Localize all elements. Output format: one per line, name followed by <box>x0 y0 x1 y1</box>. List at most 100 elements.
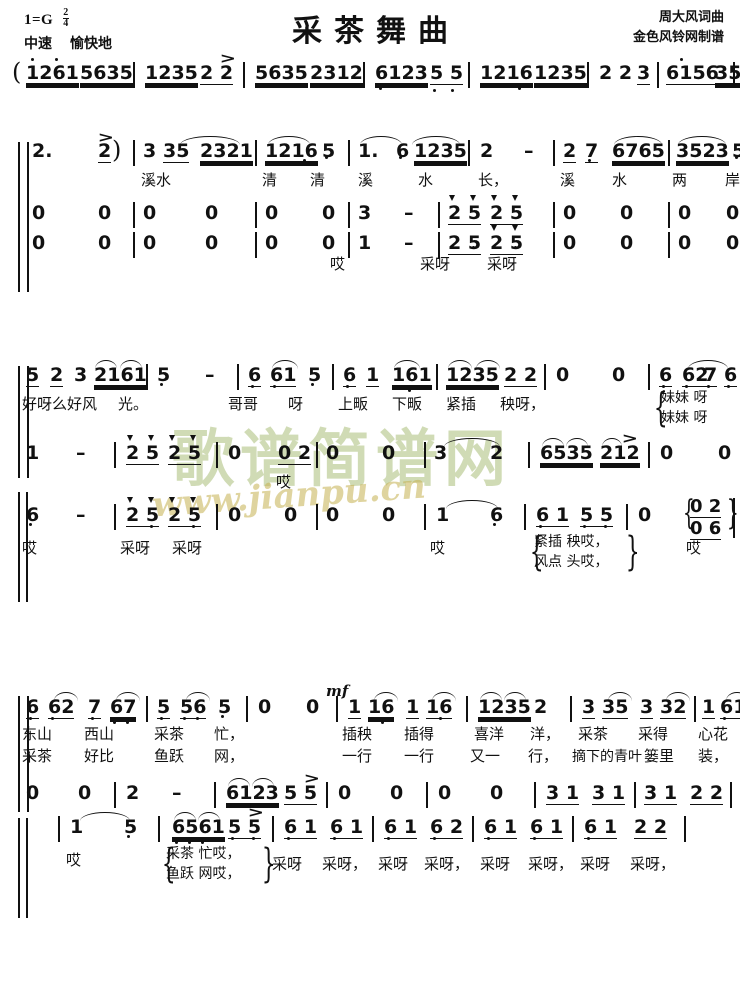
octave-dot-low-icon <box>583 524 587 528</box>
bar-line <box>657 62 659 88</box>
octave-dot-low-icon <box>346 384 350 388</box>
note-group: 6 1 <box>330 816 364 839</box>
lyric-syllable: 好呀么好风 <box>22 395 98 413</box>
credit-composer: 周大风词曲 <box>658 10 724 25</box>
note-group: 5 5 <box>284 782 318 805</box>
note-rest: 0 <box>98 202 112 224</box>
note-rest: 0 <box>382 442 396 464</box>
note-group: 6156 <box>666 62 719 85</box>
system-3-bass-row: 1 5 6561 5 5 > 6 1 6 1 6 1 6 2 6 1 6 1 6… <box>0 806 740 844</box>
bar-line <box>114 442 116 468</box>
lyric-syllable: 篓里 <box>644 747 675 765</box>
note-group: 5 <box>322 140 336 162</box>
note-group: 212 <box>600 442 640 464</box>
system-2-melody-row: 5 2 3 2161 5 – 6 61 5 6 1 161 1235 2 2 0… <box>0 358 740 392</box>
lyric-syllable: 采呀， <box>424 855 470 873</box>
bar-line <box>255 140 257 166</box>
bar-line <box>553 140 555 166</box>
note-group: 6 1 <box>384 816 418 839</box>
note-group: 2 2 <box>200 62 234 85</box>
note-group: 5 5 <box>430 62 464 85</box>
lyric-syllable: 一行 <box>342 747 373 765</box>
lyric-syllable: 秧呀， <box>500 395 546 413</box>
lyric-alt-verse-1: 采茶 忙哎， <box>166 846 241 862</box>
note-group: 1261 <box>26 62 79 84</box>
note-rest: 0 <box>32 232 46 254</box>
octave-dot-high-icon <box>680 58 684 62</box>
note-rest: 0 <box>322 232 336 254</box>
note-group: 6 <box>396 140 410 162</box>
note-rest: 0 <box>620 232 634 254</box>
bar-line <box>58 816 60 842</box>
system-3-melody-row: 6 62 7 67 5 56 5 0 0 1 16 1 16 1235 2 3 … <box>0 690 740 724</box>
octave-dot-low-icon <box>229 804 233 808</box>
bar-line <box>648 364 650 390</box>
note-extension-dash: – <box>404 232 414 254</box>
marcato-mark-icon <box>148 497 154 503</box>
octave-dot-low-icon <box>692 160 696 164</box>
octave-dot-low-icon <box>150 524 154 528</box>
octave-dot-low-icon <box>273 384 277 388</box>
note-group: 5635 <box>255 62 308 84</box>
lyric-syllable: 溪 <box>560 171 576 189</box>
bar-line <box>246 696 248 722</box>
octave-dot-low-icon <box>679 160 683 164</box>
system-2: 5 2 3 2161 5 – 6 61 5 6 1 161 1235 2 2 0… <box>0 358 740 602</box>
note-group: 35 <box>163 140 190 163</box>
octave-dot-low-icon <box>333 836 337 840</box>
bar-line <box>326 782 328 808</box>
system-2-melody-lyrics: 好呀么好风 光。 哥哥 呀 上畈 下畈 紧插 秧呀， { 妹妹 呀 妹妹 呀 <box>0 388 740 436</box>
note-extension-dash: – <box>76 504 86 526</box>
note-group: 3523 <box>676 140 729 162</box>
note-rest: 0 <box>265 202 279 224</box>
lyric-syllable: 采呀， <box>528 855 574 873</box>
lyric-syllable: 西山 <box>84 725 115 743</box>
bar-line <box>694 696 696 722</box>
bar-line <box>634 782 636 808</box>
octave-dot-low-icon <box>51 716 55 720</box>
marcato-mark-icon <box>491 225 497 231</box>
system-1-melody-row: 2. 2 > ) 3 35 2321 1216 5 1. 6 1235 2 – … <box>0 131 740 166</box>
alt-verse-brace-right: } <box>625 529 640 575</box>
lyric-syllable: 水 <box>612 171 628 189</box>
note-group: 2 <box>490 442 504 464</box>
marcato-mark-icon <box>190 497 196 503</box>
octave-dot-low-icon <box>723 716 727 720</box>
note-rest: 0 <box>322 202 336 224</box>
marcato-mark-icon <box>169 497 175 503</box>
note-group: 1235 <box>145 62 198 84</box>
octave-dot-low-icon <box>451 88 455 92</box>
note-group: 2 <box>563 140 577 163</box>
lyric-alt-verse-2: 妹妹 呀 <box>661 410 708 426</box>
note-group: 3 <box>143 140 157 162</box>
bar-line <box>114 782 116 808</box>
octave-dot-high-icon <box>55 58 59 62</box>
system-2-bass-lyrics: 哎 采呀 采呀 哎 { 紧插 秧哎， 风点 头哎， } 哎 <box>0 532 740 576</box>
note-group: 6 1 <box>284 816 318 839</box>
lyric-syllable: 清 <box>310 171 326 189</box>
bar-line <box>146 696 148 722</box>
lyric-syllable: 喜洋 <box>474 725 505 743</box>
intro-staff-line: ( 1261 5635 1235 2 2 > 5635 2312 6123 5 … <box>0 52 740 98</box>
marcato-mark-icon <box>449 195 455 201</box>
lyric-syllable: 溪 <box>358 171 374 189</box>
system-2-bass-row: 6 – 2 5 2 5 0 0 0 0 1 6 6 1 5 5 0 { 0 2 … <box>0 496 740 540</box>
note-group: 6 1 <box>484 816 518 839</box>
lyric-syllable: 采茶 <box>22 747 53 765</box>
bar-line <box>424 504 426 530</box>
note-group: 2 <box>534 696 548 718</box>
bar-line <box>133 62 135 88</box>
lyric-syllable: 采呀 <box>378 855 409 873</box>
system-3: mf 6 62 7 67 5 56 5 0 0 1 16 1 16 1235 2… <box>0 682 740 918</box>
octave-dot-low-icon <box>727 384 731 388</box>
note-rest: 0 <box>678 202 692 224</box>
lyric-syllable: 紧插 <box>446 395 477 413</box>
lyric-syllable: 哎 <box>430 539 446 557</box>
system-3-melody-lyrics-verse2: 采茶 好比 鱼跃 网， 一行 一行 又一 行， 摘下的青叶 篓里 装， <box>0 748 740 772</box>
octave-dot-low-icon <box>251 384 255 388</box>
lyric-syllable: 忙， <box>214 725 245 743</box>
bar-line <box>424 442 426 468</box>
note-group: 1216 <box>265 140 318 162</box>
lyric-syllable: 岸 <box>725 171 740 189</box>
note-rest: 0 <box>390 782 404 804</box>
